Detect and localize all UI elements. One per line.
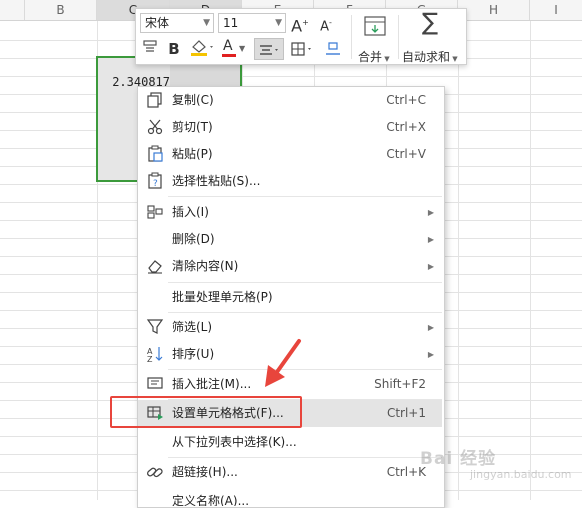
- submenu-arrow-icon: ▶: [427, 350, 434, 359]
- annotation-arrow-icon: [265, 339, 301, 387]
- comment-icon: [147, 377, 163, 389]
- menu-item-filter[interactable]: 筛选(L) ▶: [138, 314, 442, 341]
- svg-text:?: ?: [153, 179, 158, 189]
- column-header-i[interactable]: I: [530, 0, 582, 20]
- paste-icon: [148, 145, 163, 162]
- menu-item-label: 超链接(H)...: [172, 465, 238, 479]
- menu-item-label: 复制(C): [172, 93, 214, 107]
- sigma-icon: ∑: [422, 8, 439, 36]
- increase-font-icon: A: [291, 16, 303, 36]
- column-header-h[interactable]: H: [458, 0, 530, 20]
- merge-cells-icon: [364, 16, 386, 36]
- menu-item-shortcut: Ctrl+X: [386, 120, 426, 134]
- chevron-down-icon: ▼: [239, 44, 246, 53]
- mini-toolbar: 宋体 ▼ 11 ▼ A+ A- B A ▼ 合并 ▼ ∑ 自动求和 ▼: [135, 8, 467, 65]
- menu-item-shortcut: Ctrl+C: [386, 93, 426, 107]
- chevron-down-icon: ▼: [275, 18, 282, 28]
- submenu-arrow-icon: ▶: [427, 208, 434, 217]
- svg-text:Z: Z: [147, 355, 153, 363]
- sort-icon: AZ: [147, 347, 163, 363]
- submenu-arrow-icon: ▶: [427, 235, 434, 244]
- align-button[interactable]: [254, 38, 284, 60]
- menu-item-label: 排序(U): [172, 347, 215, 361]
- menu-item-label: 插入批注(M)...: [172, 377, 252, 391]
- menu-item-label: 粘贴(P): [172, 147, 213, 161]
- copy-icon: [147, 92, 162, 108]
- format-painter-button[interactable]: [140, 38, 160, 60]
- menu-item-batch-process[interactable]: 批量处理单元格(P): [138, 284, 442, 311]
- menu-item-label: 选择性粘贴(S)...: [172, 174, 261, 188]
- submenu-arrow-icon: ▶: [427, 323, 434, 332]
- decrease-font-icon: A: [320, 19, 329, 35]
- menu-item-delete[interactable]: 删除(D) ▶: [138, 226, 442, 253]
- menu-item-label: 清除内容(N): [172, 259, 239, 273]
- font-name-select[interactable]: 宋体 ▼: [140, 13, 214, 33]
- autosum-label: 自动求和 ▼: [402, 50, 458, 64]
- watermark-url: jingyan.baidu.com: [470, 468, 572, 481]
- menu-separator: [168, 282, 442, 283]
- context-menu: 复制(C) Ctrl+C 剪切(T) Ctrl+X 粘贴(P) Ctrl+V ?…: [137, 86, 445, 508]
- borders-icon: [291, 42, 311, 56]
- font-name-value: 宋体: [145, 16, 170, 30]
- menu-separator: [168, 369, 442, 370]
- fill-color-icon: [191, 40, 213, 56]
- link-icon: [147, 467, 163, 478]
- menu-item-clear-contents[interactable]: 清除内容(N) ▶: [138, 253, 442, 280]
- watermark: Bai 经验: [420, 449, 497, 469]
- fill-color-button[interactable]: [188, 38, 216, 60]
- menu-item-paste[interactable]: 粘贴(P) Ctrl+V: [138, 141, 442, 168]
- menu-item-define-name[interactable]: 定义名称(A)...: [138, 486, 442, 506]
- autosum-button[interactable]: ∑ 自动求和 ▼: [400, 8, 462, 64]
- menu-item-label: 筛选(L): [172, 320, 213, 334]
- eraser-icon: [148, 260, 162, 274]
- menu-item-cut[interactable]: 剪切(T) Ctrl+X: [138, 114, 442, 141]
- decrease-font-button[interactable]: A-: [316, 12, 336, 34]
- borders-button[interactable]: [288, 38, 318, 60]
- filter-icon: [146, 319, 164, 334]
- font-size-select[interactable]: 11 ▼: [218, 13, 286, 33]
- column-header-b[interactable]: B: [25, 0, 97, 20]
- merge-button[interactable]: 合并 ▼: [358, 12, 392, 64]
- font-size-value: 11: [223, 16, 239, 30]
- menu-item-pick-from-list[interactable]: 从下拉列表中选择(K)...: [138, 429, 442, 456]
- submenu-arrow-icon: ▶: [427, 262, 434, 271]
- menu-separator: [168, 196, 442, 197]
- menu-separator: [168, 457, 442, 458]
- menu-item-label: 插入(I): [172, 205, 209, 219]
- toolbar-separator: [351, 15, 352, 59]
- merge-label: 合并 ▼: [358, 50, 390, 64]
- clear-format-button[interactable]: [322, 38, 344, 60]
- menu-item-label: 删除(D): [172, 232, 215, 246]
- menu-item-insert[interactable]: 插入(I) ▶: [138, 199, 442, 226]
- menu-item-hyperlink[interactable]: 超链接(H)... Ctrl+K: [138, 459, 442, 486]
- menu-item-label: 定义名称(A)...: [172, 494, 250, 506]
- menu-item-shortcut: Shift+F2: [374, 377, 426, 391]
- corner-cell[interactable]: [0, 0, 25, 20]
- menu-item-copy[interactable]: 复制(C) Ctrl+C: [138, 87, 442, 114]
- menu-item-paste-special[interactable]: ? 选择性粘贴(S)...: [138, 168, 442, 195]
- font-color-button[interactable]: A ▼: [220, 38, 248, 60]
- chevron-down-icon: ▼: [203, 18, 210, 28]
- menu-item-label: 剪切(T): [172, 120, 213, 134]
- eraser-icon: [326, 42, 340, 55]
- bold-button[interactable]: B: [164, 38, 184, 60]
- toolbar-separator: [398, 15, 399, 59]
- paste-special-icon: ?: [148, 172, 162, 189]
- highlight-box: [110, 396, 302, 428]
- scissors-icon: [147, 119, 163, 135]
- format-painter-icon: [143, 40, 157, 52]
- menu-item-shortcut: Ctrl+V: [386, 147, 426, 161]
- align-center-icon: [260, 45, 278, 55]
- menu-item-label: 批量处理单元格(P): [172, 290, 273, 304]
- menu-item-shortcut: Ctrl+1: [386, 406, 426, 420]
- menu-item-label: 从下拉列表中选择(K)...: [172, 435, 297, 449]
- increase-font-button[interactable]: A+: [290, 12, 310, 36]
- menu-separator: [168, 312, 442, 313]
- insert-cells-icon: [147, 205, 163, 219]
